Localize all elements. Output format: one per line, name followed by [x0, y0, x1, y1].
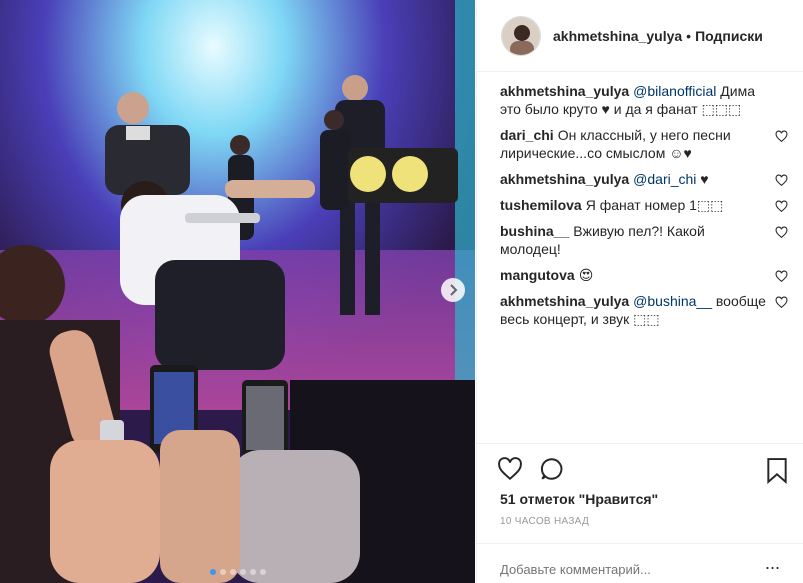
comment-item: akhmetshina_yulya @bilanofficial Дима это…: [500, 82, 788, 118]
carousel-dot: [249, 569, 256, 575]
comment-text: Я фанат номер 1⬚⬚: [585, 197, 724, 213]
carousel-dot: [219, 569, 226, 575]
comment-like-heart-icon[interactable]: [775, 226, 788, 239]
comment-like-heart-icon[interactable]: [775, 174, 788, 187]
comment-item: dari_chi Он классный, у него песни лириче…: [500, 126, 788, 162]
carousel-dot: [229, 569, 236, 575]
comment-like-heart-icon[interactable]: [775, 296, 788, 309]
avatar[interactable]: [501, 15, 541, 56]
likes-count[interactable]: 51 отметок "Нравится": [500, 491, 658, 507]
carousel-dot: [209, 569, 216, 575]
comment-text: 😍: [578, 267, 594, 283]
comment-like-heart-icon[interactable]: [775, 270, 788, 283]
carousel-dot: [259, 569, 266, 575]
bookmark-icon[interactable]: [766, 458, 788, 484]
comment-item: bushina__ Вживую пел?! Какой молодец!: [500, 222, 788, 258]
post-timestamp[interactable]: 10 ЧАСОВ НАЗАД: [500, 516, 589, 527]
comments-list: akhmetshina_yulya @bilanofficial Дима это…: [477, 72, 803, 440]
comment-item: akhmetshina_yulya @bushina__ вообще весь …: [500, 292, 788, 328]
comment-mention[interactable]: @bushina__: [633, 293, 712, 309]
carousel-indicator: [0, 569, 475, 575]
post-sidebar: akhmetshina_yulya • Подписки akhmetshina…: [476, 0, 803, 583]
comment-username[interactable]: dari_chi: [500, 127, 554, 143]
comment-like-heart-icon[interactable]: [775, 200, 788, 213]
author-username[interactable]: akhmetshina_yulya: [553, 28, 682, 44]
add-comment-bar: ...: [477, 543, 803, 583]
concert-photo-image: [0, 0, 475, 583]
comment-username[interactable]: tushemilova: [500, 197, 582, 213]
more-options-button[interactable]: ...: [765, 554, 780, 583]
comment-username[interactable]: bushina__: [500, 223, 569, 239]
following-button[interactable]: Подписки: [695, 28, 763, 44]
comment-mention[interactable]: @dari_chi: [633, 171, 696, 187]
avatar-image: [502, 16, 540, 55]
post-actions: [477, 443, 803, 495]
add-comment-input[interactable]: [500, 556, 720, 583]
chevron-right-icon: [450, 284, 458, 296]
comment-item: akhmetshina_yulya @dari_chi ♥: [500, 170, 788, 188]
comment-text: ♥: [696, 171, 709, 187]
heart-icon[interactable]: [497, 456, 523, 482]
post-photo[interactable]: [0, 0, 475, 583]
comment-username[interactable]: akhmetshina_yulya: [500, 171, 629, 187]
carousel-dot: [239, 569, 246, 575]
comment-bubble-icon[interactable]: [539, 456, 565, 482]
comment-like-heart-icon[interactable]: [775, 130, 788, 143]
header-separator: •: [686, 27, 692, 44]
next-photo-button[interactable]: [441, 278, 465, 302]
comment-item: tushemilova Я фанат номер 1⬚⬚: [500, 196, 788, 214]
comment-username[interactable]: mangutova: [500, 267, 575, 283]
comment-username[interactable]: akhmetshina_yulya: [500, 293, 629, 309]
comment-item: mangutova 😍: [500, 266, 788, 284]
comment-username[interactable]: akhmetshina_yulya: [500, 83, 629, 99]
post-header: akhmetshina_yulya • Подписки: [477, 0, 803, 72]
comment-mention[interactable]: @bilanofficial: [633, 83, 716, 99]
